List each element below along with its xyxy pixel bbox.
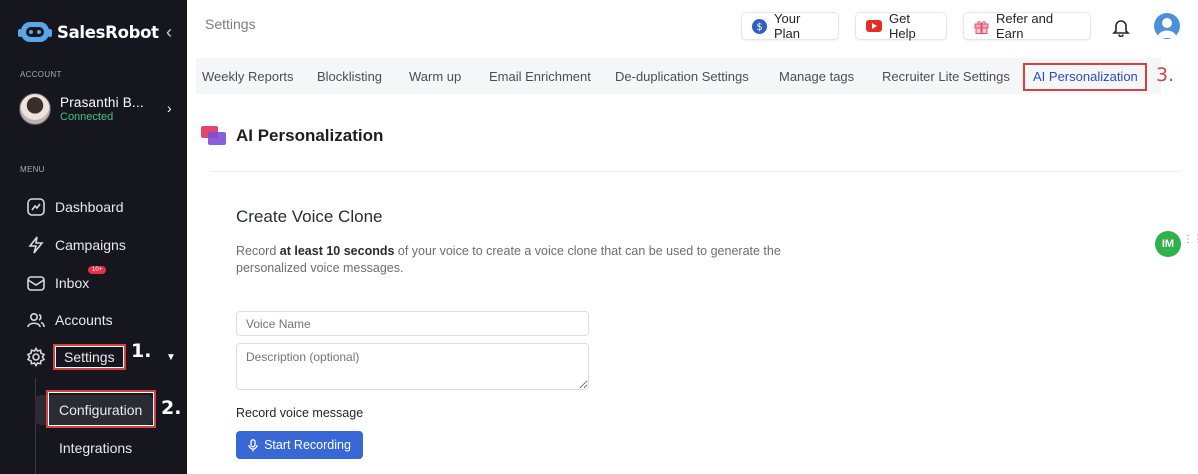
description-prefix: Record: [236, 244, 280, 258]
lightning-icon: [26, 235, 46, 255]
section-divider: [210, 171, 1180, 172]
dollar-icon: $: [752, 18, 767, 34]
account-status: Connected: [60, 111, 114, 123]
start-recording-label: Start Recording: [264, 438, 351, 452]
voice-clone-description: Record at least 10 seconds of your voice…: [236, 243, 796, 277]
sidebar-subitem-integrations[interactable]: Integrations: [59, 440, 132, 456]
sidebar-item-label: Campaigns: [55, 237, 126, 253]
sidebar-item-label: Accounts: [55, 312, 113, 328]
refer-and-earn-button[interactable]: Refer and Earn: [963, 11, 1091, 41]
your-plan-button[interactable]: $ Your Plan: [741, 11, 839, 41]
microphone-icon: [248, 438, 258, 452]
sidebar-item-accounts[interactable]: Accounts: [26, 310, 113, 330]
voice-clone-title: Create Voice Clone: [236, 207, 383, 226]
sidebar-item-dashboard[interactable]: Dashboard: [26, 197, 124, 217]
users-icon: [26, 310, 46, 330]
brand-name: SalesRobot: [57, 22, 159, 42]
robot-logo-icon: [18, 18, 54, 46]
step-3-annotation: 3.: [1156, 64, 1175, 86]
menu-section-label: MENU: [20, 165, 45, 174]
ai-personalization-highlight-box: [1023, 63, 1147, 91]
start-recording-button[interactable]: Start Recording: [236, 431, 363, 459]
settings-tabs: Weekly Reports Blocklisting Warm up Emai…: [196, 58, 1161, 94]
caret-down-icon[interactable]: ▼: [166, 352, 176, 363]
gift-icon: [974, 19, 989, 34]
avatar: [19, 93, 51, 125]
sidebar-item-campaigns[interactable]: Campaigns: [26, 235, 126, 255]
header: Settings $ Your Plan Get Help Refer and …: [187, 0, 1198, 58]
account-name: Prasanthi B...: [60, 95, 144, 110]
sidebar: SalesRobot ‹ ACCOUNT Prasanthi B... Conn…: [0, 0, 187, 474]
chevron-left-icon[interactable]: ‹: [166, 22, 172, 43]
record-voice-label: Record voice message: [236, 406, 364, 420]
get-help-label: Get Help: [889, 11, 916, 41]
refer-and-earn-label: Refer and Earn: [996, 11, 1054, 41]
inbox-icon: [26, 273, 46, 293]
get-help-button[interactable]: Get Help: [855, 11, 947, 41]
account-section-label: ACCOUNT: [20, 70, 62, 79]
description-bold: at least 10 seconds: [279, 244, 395, 258]
bell-icon[interactable]: [1112, 17, 1130, 42]
sidebar-item-inbox[interactable]: Inbox 10+: [26, 266, 107, 293]
dashboard-icon: [26, 197, 46, 217]
step-1-annotation: 1.: [131, 340, 152, 362]
submenu-divider: [35, 378, 36, 474]
youtube-icon: [866, 20, 882, 32]
brand[interactable]: SalesRobot: [18, 18, 159, 46]
ai-personalization-icon: [201, 126, 227, 146]
section-title: AI Personalization: [236, 126, 384, 145]
sidebar-item-settings[interactable]: Settings: [26, 344, 126, 370]
gear-icon: [26, 346, 46, 368]
description-textarea[interactable]: [236, 343, 589, 390]
sidebar-item-label: Inbox: [55, 275, 90, 291]
tab-manage-tags[interactable]: Manage tags: [779, 69, 854, 84]
tab-de-duplication-settings[interactable]: De-duplication Settings: [615, 69, 749, 84]
user-avatar[interactable]: [1154, 13, 1180, 39]
drag-handle-icon[interactable]: ⋮⋮: [1183, 235, 1198, 245]
sidebar-subitem-configuration[interactable]: Configuration: [59, 402, 142, 418]
step-2-annotation: 2.: [161, 397, 182, 419]
sidebar-item-label: Dashboard: [55, 199, 124, 215]
im-widget-button[interactable]: IM: [1155, 231, 1181, 257]
tab-recruiter-lite-settings[interactable]: Recruiter Lite Settings: [882, 69, 1010, 84]
chevron-right-icon: ›: [167, 100, 172, 116]
svg-text:$: $: [756, 22, 762, 33]
tab-email-enrichment[interactable]: Email Enrichment: [489, 69, 591, 84]
voice-name-input[interactable]: [236, 311, 589, 336]
account-switcher[interactable]: Prasanthi B... Connected ›: [19, 92, 179, 126]
tab-warm-up[interactable]: Warm up: [409, 69, 461, 84]
your-plan-label: Your Plan: [774, 11, 801, 41]
page-title: Settings: [205, 16, 256, 32]
inbox-count-badge: 10+: [88, 266, 107, 274]
tab-blocklisting[interactable]: Blocklisting: [317, 69, 382, 84]
sidebar-item-label: Settings: [53, 344, 126, 370]
tab-weekly-reports[interactable]: Weekly Reports: [202, 69, 294, 84]
